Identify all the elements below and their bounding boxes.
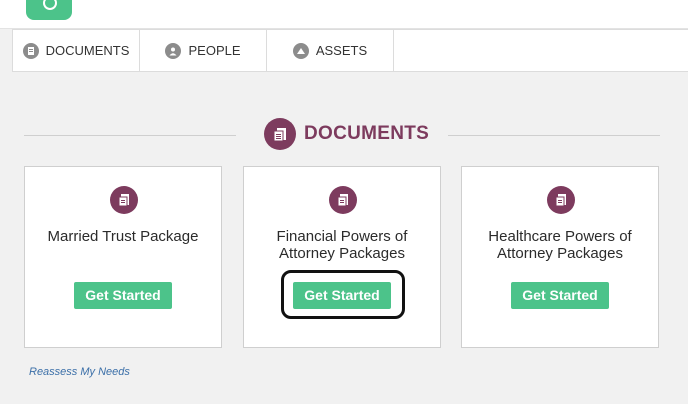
tab-documents[interactable]: DOCUMENTS [13, 30, 140, 71]
main-tab-bar: DOCUMENTS PEOPLE ASSETS [12, 29, 688, 72]
focus-highlight [281, 270, 405, 319]
reassess-link[interactable]: Reassess My Needs [29, 366, 130, 378]
documents-icon [547, 186, 575, 214]
card-title: Married Trust Package [47, 228, 199, 245]
card-title: Financial Powers of Attorney Packages [276, 228, 408, 262]
get-started-button[interactable]: Get Started [74, 282, 172, 309]
tab-assets-label: ASSETS [315, 43, 368, 58]
heading-divider-left [24, 135, 236, 136]
section-title: DOCUMENTS [304, 123, 430, 144]
top-header-strip [0, 0, 688, 29]
section-heading: DOCUMENTS [24, 118, 660, 152]
tab-assets[interactable]: ASSETS [267, 30, 394, 71]
documents-icon [22, 42, 39, 59]
package-card: Healthcare Powers of Attorney Packages G… [461, 166, 659, 348]
app-logo[interactable] [26, 0, 72, 20]
get-started-button[interactable]: Get Started [511, 282, 609, 309]
tab-people-label: PEOPLE [188, 43, 241, 58]
package-card: Financial Powers of Attorney Packages Ge… [243, 166, 441, 348]
heading-divider-right [448, 135, 660, 136]
people-icon [165, 42, 182, 59]
package-card: Married Trust Package Get Started [24, 166, 222, 348]
documents-icon [329, 186, 357, 214]
tab-people[interactable]: PEOPLE [140, 30, 267, 71]
section-title-group: DOCUMENTS [264, 118, 429, 150]
assets-icon [292, 42, 309, 59]
documents-icon [264, 118, 296, 150]
card-title: Healthcare Powers of Attorney Packages [488, 228, 632, 262]
documents-icon [110, 186, 138, 214]
tab-documents-label: DOCUMENTS [45, 43, 130, 58]
